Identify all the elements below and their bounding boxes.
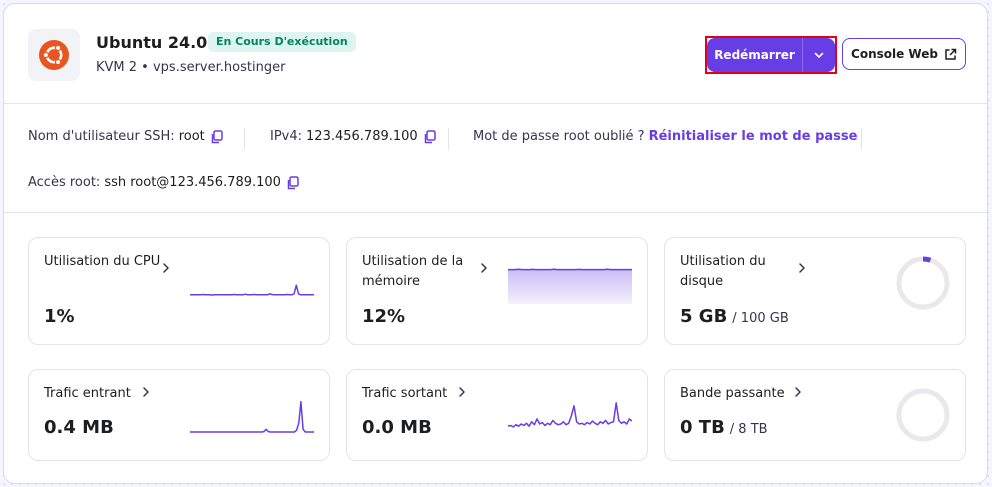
copy-ipv4-button[interactable] — [423, 129, 436, 144]
metric-unit: / 8 TB — [729, 422, 768, 437]
copy-icon — [211, 129, 223, 143]
restart-menu-button[interactable] — [803, 38, 835, 72]
info-divider — [861, 128, 862, 150]
metric-open-button[interactable] — [161, 262, 171, 274]
os-logo — [28, 29, 80, 81]
out-usage-chart — [508, 402, 632, 428]
forgot-password-label: Mot de passe root oublié ? — [473, 129, 645, 144]
metric-value-row: 1% — [44, 306, 75, 327]
web-console-button[interactable]: Console Web — [842, 38, 966, 70]
ubuntu-icon — [39, 40, 69, 70]
usage-ring-track — [896, 256, 950, 310]
metric-value-row: 0 TB / 8 TB — [680, 417, 768, 438]
ipv4-label: IPv4: — [270, 129, 303, 144]
chart-line — [508, 402, 632, 428]
copy-icon — [424, 129, 436, 143]
access-info: Nom d'utilisateur SSH: root IPv4: 123.45… — [4, 105, 987, 213]
chart-area — [508, 269, 632, 304]
metric-value: 1% — [44, 306, 75, 327]
root-access-value: ssh root@123.456.789.100 — [104, 175, 281, 190]
metric-card-out[interactable]: Trafic sortant 0.0 MB — [346, 369, 648, 461]
usage-ring-chart — [896, 256, 950, 310]
metric-value: 12% — [362, 306, 406, 327]
reset-password-link[interactable]: Réinitialiser le mot de passe — [649, 129, 858, 144]
copy-icon — [287, 175, 299, 189]
metric-open-button[interactable] — [793, 386, 803, 398]
status-badge: En Cours D'exécution — [208, 32, 356, 52]
metric-label: Bande passante — [680, 386, 785, 401]
in-usage-chart — [190, 401, 314, 433]
chart-line — [190, 401, 314, 433]
chevron-right-icon — [163, 263, 169, 273]
metric-card-in[interactable]: Trafic entrant 0.4 MB — [28, 369, 330, 461]
metric-value: 0 TB — [680, 417, 725, 438]
cpu-usage-chart — [190, 284, 314, 296]
chevron-right-icon — [481, 263, 487, 273]
ssh-user-row: Nom d'utilisateur SSH: root — [28, 129, 223, 144]
info-divider — [244, 128, 245, 150]
chevron-right-icon — [795, 387, 801, 397]
chart-line — [190, 284, 314, 296]
ipv4-value: 123.456.789.100 — [306, 129, 418, 144]
metric-value-row: 12% — [362, 306, 405, 327]
metric-label: Utilisation de la mémoire — [362, 254, 464, 289]
metric-open-button[interactable] — [479, 262, 489, 274]
metric-value: 5 GB — [680, 306, 728, 327]
vps-subtitle: KVM 2 • vps.server.hostinger — [96, 60, 286, 75]
usage-ring-track — [896, 388, 950, 442]
metric-value-row: 0.4 MB — [44, 417, 114, 438]
metric-card-bandwidth[interactable]: Bande passante 0 TB / 8 TB — [664, 369, 966, 461]
forgot-password-row: Mot de passe root oublié ? Réinitialiser… — [473, 129, 857, 144]
metric-card-disk[interactable]: Utilisation du disque 5 GB / 100 GB — [664, 237, 966, 345]
ipv4-row: IPv4: 123.456.789.100 — [270, 129, 436, 144]
root-access-row: Accès root: ssh root@123.456.789.100 — [28, 175, 299, 190]
metric-unit: / 100 GB — [732, 311, 789, 326]
chevron-right-icon — [799, 263, 805, 273]
restart-button-group: Redémarrer — [705, 36, 837, 74]
ssh-user-value: root — [178, 129, 205, 144]
metric-open-button[interactable] — [457, 386, 467, 398]
web-console-label: Console Web — [851, 47, 938, 61]
metric-value-row: 0.0 MB — [362, 417, 432, 438]
metric-card-cpu[interactable]: Utilisation du CPU 1% — [28, 237, 330, 345]
restart-button[interactable]: Redémarrer — [707, 38, 802, 72]
metric-open-button[interactable] — [141, 386, 151, 398]
metric-value: 0.0 MB — [362, 417, 432, 438]
copy-root-access-button[interactable] — [286, 175, 299, 190]
copy-ssh-user-button[interactable] — [210, 129, 223, 144]
external-link-icon — [945, 48, 957, 60]
chevron-right-icon — [143, 387, 149, 397]
chevron-right-icon — [459, 387, 465, 397]
info-divider — [448, 128, 449, 150]
metric-label: Utilisation du CPU — [44, 254, 161, 269]
metric-open-button[interactable] — [797, 262, 807, 274]
metric-value: 0.4 MB — [44, 417, 114, 438]
chevron-down-icon — [814, 52, 824, 58]
memory-usage-chart — [508, 268, 632, 304]
usage-ring-chart — [896, 388, 950, 442]
vps-title: Ubuntu 24.04 — [96, 33, 219, 52]
ssh-user-label: Nom d'utilisateur SSH: — [28, 129, 175, 144]
metric-label: Utilisation du disque — [680, 254, 766, 289]
root-access-label: Accès root: — [28, 175, 101, 190]
vps-header: Ubuntu 24.04 En Cours D'exécution KVM 2 … — [4, 4, 987, 104]
metric-value-row: 5 GB / 100 GB — [680, 306, 789, 327]
metric-card-memory[interactable]: Utilisation de la mémoire 12% — [346, 237, 648, 345]
vps-overview-card: Ubuntu 24.04 En Cours D'exécution KVM 2 … — [3, 3, 988, 484]
